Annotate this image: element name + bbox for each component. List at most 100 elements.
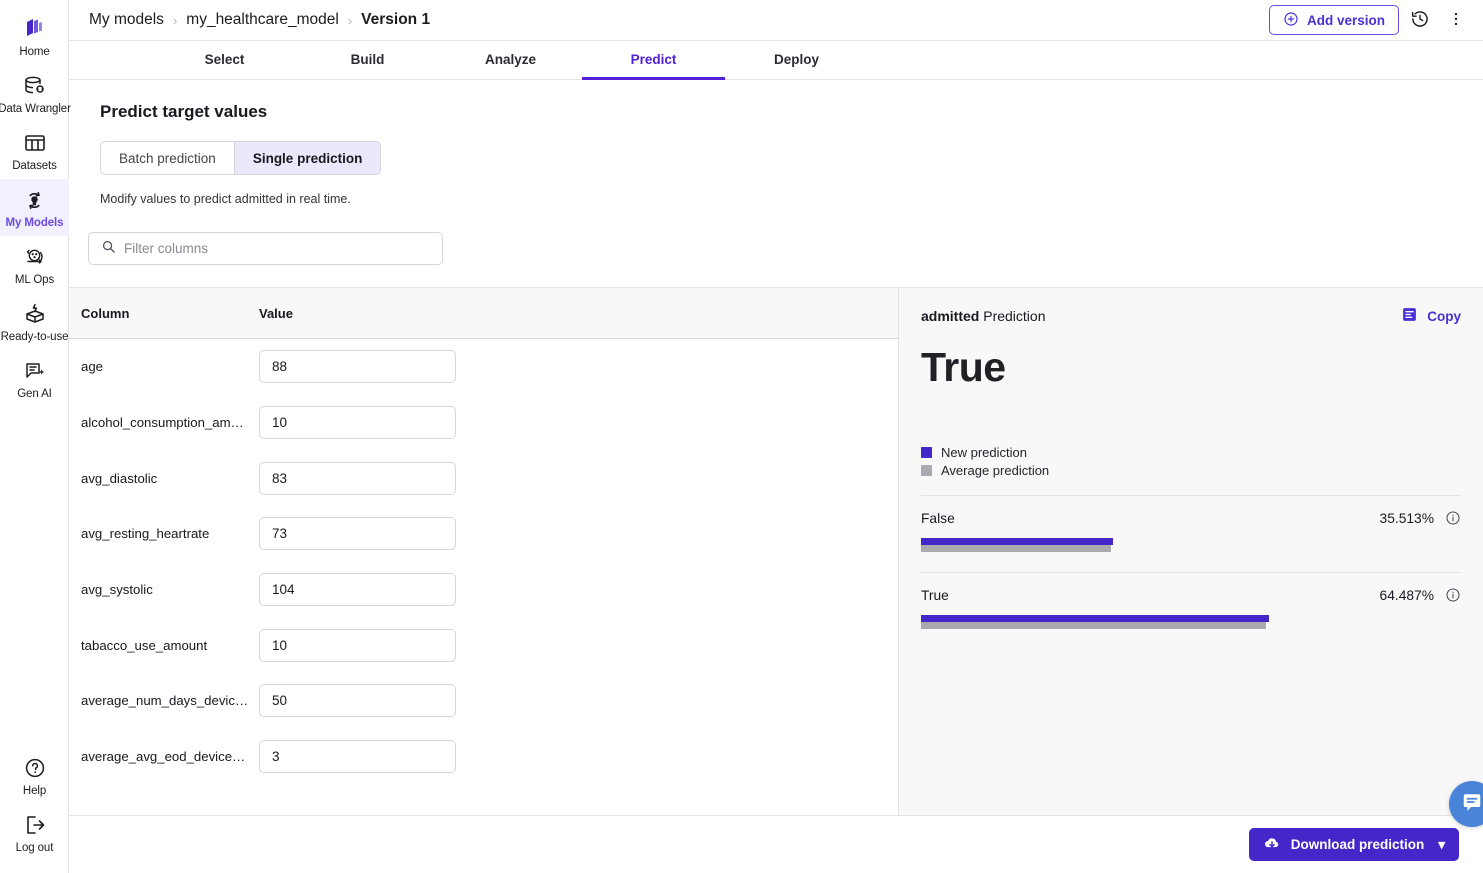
- legend-label: Average prediction: [941, 463, 1049, 478]
- version-history-button[interactable]: [1405, 5, 1435, 35]
- single-prediction-tab[interactable]: Single prediction: [234, 141, 382, 175]
- sidebar-item-home[interactable]: Home: [0, 8, 69, 65]
- sidebar-item-log-out[interactable]: Log out: [0, 804, 69, 873]
- prediction-mode-toggle: Batch prediction Single prediction: [100, 141, 381, 175]
- feature-value-input[interactable]: [259, 406, 456, 439]
- breadcrumb-separator-icon: ›: [173, 13, 177, 28]
- open-box-bolt-icon: [22, 301, 48, 327]
- feature-name: avg_systolic: [81, 582, 259, 597]
- history-clock-icon: [1410, 9, 1430, 32]
- prediction-target-label: admitted Prediction: [921, 308, 1046, 324]
- tab-select[interactable]: Select: [153, 41, 296, 80]
- info-icon[interactable]: [1445, 510, 1461, 526]
- sidebar-item-datasets[interactable]: Datasets: [0, 122, 69, 179]
- class-probability-true: True 64.487%: [921, 572, 1461, 629]
- sidebar-item-label: Ready-to-use: [1, 331, 69, 344]
- feature-name: age: [81, 359, 259, 374]
- predict-split-view: Column Value age alcohol_consumption_am…: [69, 287, 1483, 815]
- prediction-header: admitted Prediction Copy: [921, 306, 1461, 326]
- sidebar-item-label: ML Ops: [15, 274, 54, 287]
- breadcrumb-separator-icon: ›: [348, 13, 352, 28]
- main-area: My models › my_healthcare_model › Versio…: [69, 0, 1483, 873]
- legend-item-new: New prediction: [921, 445, 1461, 460]
- prediction-target-name: admitted: [921, 308, 979, 324]
- add-version-button[interactable]: Add version: [1269, 5, 1399, 35]
- database-gear-icon: [22, 73, 48, 99]
- tab-build[interactable]: Build: [296, 41, 439, 80]
- breadcrumb: My models › my_healthcare_model › Versio…: [89, 11, 430, 29]
- sidebar-item-label: My Models: [6, 217, 64, 230]
- sidebar-spacer: [0, 407, 68, 747]
- column-header-column: Column: [81, 306, 259, 321]
- home-logo-icon: [22, 16, 48, 42]
- prediction-result-panel: admitted Prediction Copy: [899, 288, 1483, 815]
- class-percent: 64.487%: [1380, 588, 1434, 603]
- feature-value-input[interactable]: [259, 350, 456, 383]
- breadcrumb-version: Version 1: [361, 11, 430, 29]
- table-row: avg_systolic: [69, 562, 898, 618]
- section-header: Predict target values: [69, 80, 1483, 122]
- sidebar-item-ml-ops[interactable]: ML Ops: [0, 236, 69, 293]
- sidebar-item-help[interactable]: Help: [0, 747, 69, 804]
- kebab-menu-icon: [1447, 10, 1465, 31]
- table-row: age: [69, 339, 898, 395]
- info-icon[interactable]: [1445, 587, 1461, 603]
- filter-columns-field[interactable]: [88, 232, 443, 265]
- sidebar-item-label: Help: [23, 785, 46, 798]
- sidebar-item-label: Log out: [16, 842, 54, 855]
- class-probability-bars: [921, 615, 1461, 629]
- class-percent: 35.513%: [1380, 511, 1434, 526]
- footer-bar: Download prediction ▾: [69, 815, 1483, 873]
- logout-arrow-icon: [22, 812, 48, 838]
- mode-hint-text: Modify values to predict admitted in rea…: [100, 192, 1483, 206]
- sidebar-item-gen-ai[interactable]: Gen AI: [0, 350, 69, 407]
- table-row: tabacco_use_amount: [69, 617, 898, 673]
- page-title: Predict target values: [100, 102, 1483, 122]
- feature-table-panel: Column Value age alcohol_consumption_am…: [69, 288, 899, 815]
- legend-swatch-new-icon: [921, 447, 932, 458]
- download-prediction-button[interactable]: Download prediction ▾: [1249, 828, 1459, 861]
- top-bar: My models › my_healthcare_model › Versio…: [69, 0, 1483, 41]
- tab-analyze[interactable]: Analyze: [439, 41, 582, 80]
- feature-value-input[interactable]: [259, 517, 456, 550]
- feature-name: average_avg_eod_device_…: [81, 749, 259, 764]
- prediction-value: True: [921, 344, 1461, 391]
- feature-value-input[interactable]: [259, 740, 456, 773]
- class-probability-false: False 35.513%: [921, 496, 1461, 552]
- bar-average-prediction: [921, 545, 1111, 552]
- more-options-button[interactable]: [1441, 5, 1471, 35]
- feature-value-input[interactable]: [259, 684, 456, 717]
- table-header-row: Column Value: [69, 288, 898, 339]
- table-icon: [22, 130, 48, 156]
- feature-value-input[interactable]: [259, 629, 456, 662]
- predict-content: Predict target values Batch prediction S…: [69, 80, 1483, 873]
- sidebar-item-data-wrangler[interactable]: Data Wrangler: [0, 65, 69, 122]
- table-row: avg_diastolic: [69, 450, 898, 506]
- plus-circle-icon: [1283, 11, 1299, 30]
- bar-average-prediction: [921, 622, 1266, 629]
- legend-swatch-average-icon: [921, 465, 932, 476]
- filter-columns-input[interactable]: [124, 241, 430, 256]
- breadcrumb-my-models[interactable]: My models: [89, 11, 164, 29]
- top-bar-actions: Add version: [1269, 5, 1471, 35]
- sidebar-item-my-models[interactable]: My Models: [0, 179, 69, 236]
- sidebar-item-ready-to-use[interactable]: Ready-to-use: [0, 293, 69, 350]
- bar-new-prediction: [921, 538, 1113, 545]
- class-probability-header: True 64.487%: [921, 587, 1461, 603]
- chat-feedback-icon: [1461, 791, 1483, 818]
- feature-value-input[interactable]: [259, 573, 456, 606]
- tab-deploy[interactable]: Deploy: [725, 41, 868, 80]
- feature-value-input[interactable]: [259, 462, 456, 495]
- mlops-cycle-icon: [22, 244, 48, 270]
- breadcrumb-model-name[interactable]: my_healthcare_model: [186, 11, 339, 29]
- column-header-value: Value: [259, 306, 293, 321]
- batch-prediction-tab[interactable]: Batch prediction: [100, 141, 234, 175]
- left-sidebar: Home Data Wrangler Datase: [0, 0, 69, 873]
- model-bulb-icon: [22, 187, 48, 213]
- copy-prediction-button[interactable]: Copy: [1401, 306, 1461, 326]
- sidebar-item-label: Data Wrangler: [0, 103, 71, 116]
- bar-new-prediction: [921, 615, 1269, 622]
- table-row: avg_resting_heartrate: [69, 506, 898, 562]
- legend-item-average: Average prediction: [921, 463, 1461, 478]
- tab-predict[interactable]: Predict: [582, 41, 725, 80]
